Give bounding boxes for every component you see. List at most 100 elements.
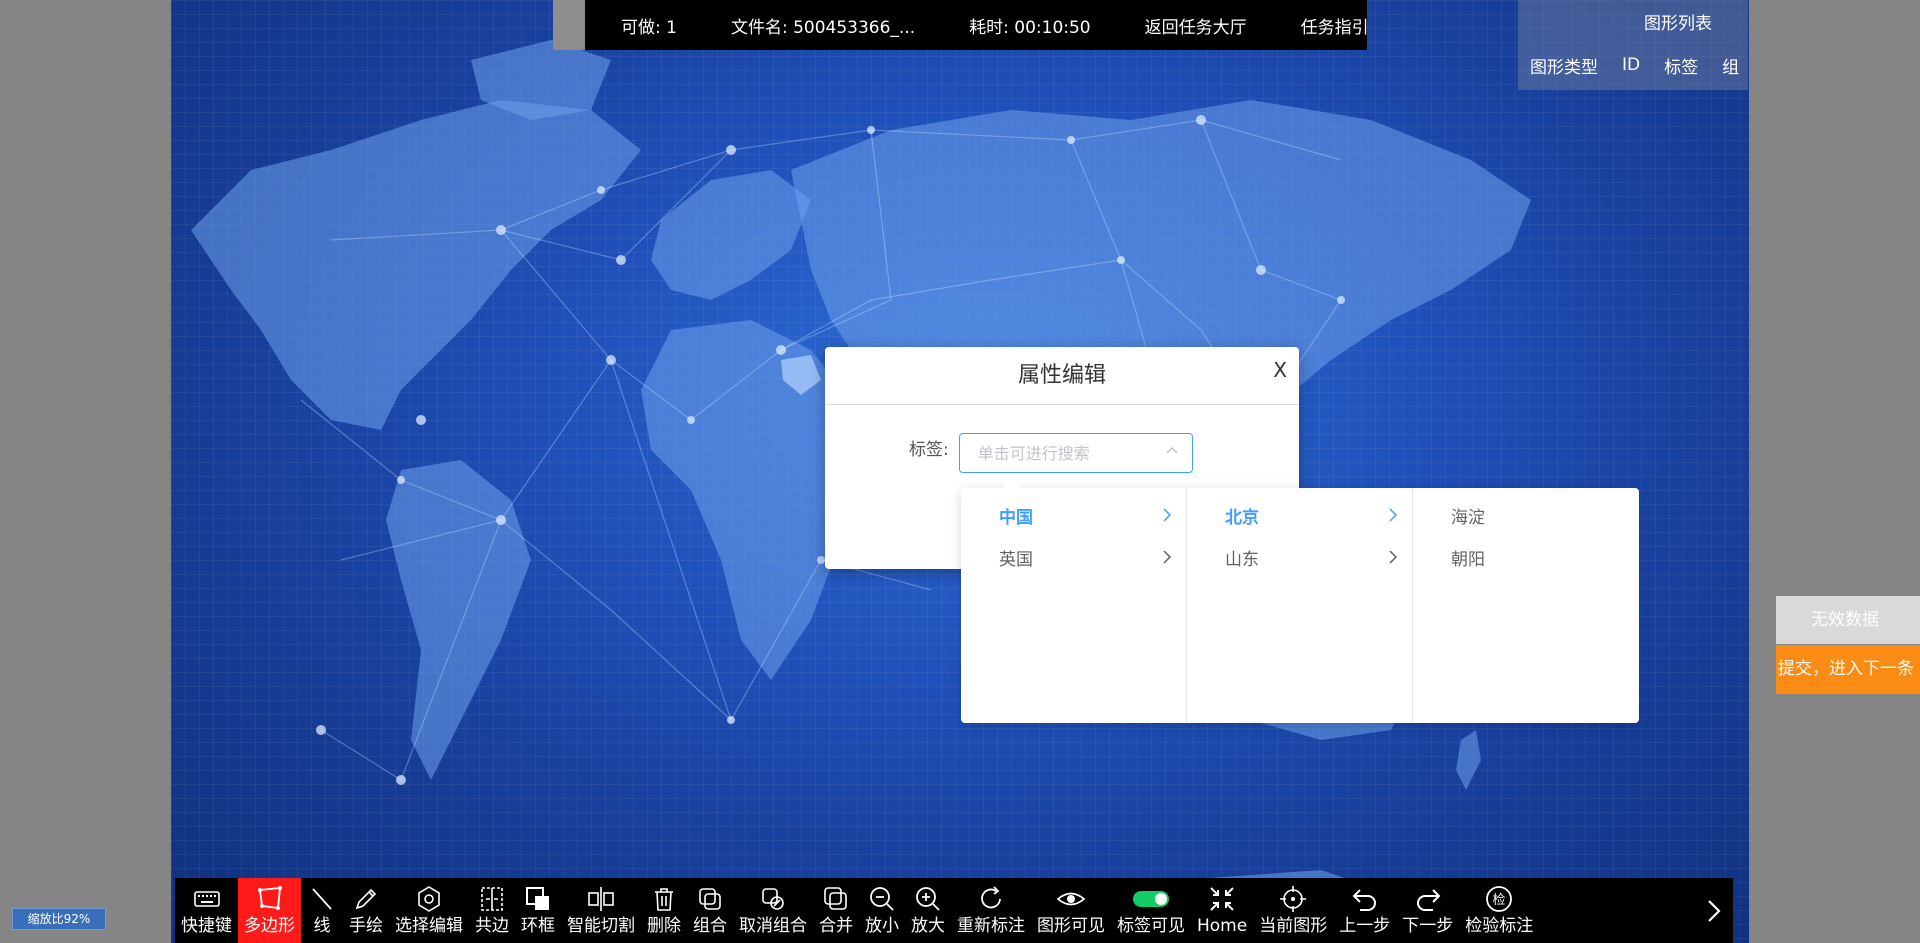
submit-next-button[interactable]: 提交，进入下一条 (1776, 645, 1920, 694)
ungroup-icon (762, 888, 784, 910)
keyboard-icon (193, 891, 220, 907)
trash-icon (655, 888, 673, 911)
tool-label-visible[interactable]: 标签可见 (1111, 878, 1191, 943)
tool-label: 手绘 (349, 916, 383, 936)
tool-reannotate[interactable]: 重新标注 (951, 878, 1031, 943)
tool-shape-visible[interactable]: 图形可见 (1031, 878, 1111, 943)
tool-label: 共边 (475, 916, 509, 936)
chevron-right-icon (1389, 508, 1398, 522)
tool-undo[interactable]: 上一步 (1333, 878, 1396, 943)
cascader-column-district: 海淀 朝阳 (1413, 488, 1639, 723)
tool-current-shape[interactable]: 当前图形 (1253, 878, 1333, 943)
tool-ungroup[interactable]: 取消组合 (733, 878, 813, 943)
line-icon (312, 888, 332, 910)
crosshair-icon (1280, 886, 1307, 912)
tool-label: 删除 (647, 916, 681, 936)
cascader-column-country: 中国 英国 (961, 488, 1187, 723)
back-to-hall-link[interactable]: 返回任务大厅 (1145, 13, 1247, 38)
cascader-item-china[interactable]: 中国 (961, 494, 1186, 536)
tool-select-edit[interactable]: 选择编辑 (389, 878, 469, 943)
col-shape-type[interactable]: 图形类型 (1530, 53, 1598, 78)
cascader-item-label: 北京 (1225, 507, 1259, 528)
invalid-data-button[interactable]: 无效数据 (1776, 596, 1920, 644)
top-info-bar: 可做: 1 文件名: 500453366_... 耗时: 00:10:50 返回… (585, 0, 1369, 50)
group-icon (699, 888, 721, 910)
polygon-icon (257, 886, 282, 910)
tool-smart-cut[interactable]: 智能切割 (561, 878, 641, 943)
tool-label: 多边形 (244, 916, 295, 936)
chevron-up-icon (1166, 446, 1178, 454)
tool-merge[interactable]: 合并 (813, 878, 859, 943)
tool-zoom-out[interactable]: 放小 (859, 878, 905, 943)
cascader-item-label: 山东 (1225, 549, 1259, 570)
tool-label: 图形可见 (1037, 916, 1105, 936)
tool-label: 放小 (865, 916, 899, 936)
tool-label: 线 (313, 916, 331, 936)
shared-edge-icon (481, 887, 503, 911)
cascader-item-label: 中国 (999, 507, 1033, 528)
tool-label: 重新标注 (957, 916, 1025, 936)
tool-label: 当前图形 (1259, 916, 1328, 936)
tool-polygon[interactable]: 多边形 (238, 878, 301, 943)
tool-label: 检验标注 (1465, 916, 1534, 936)
cascader-item-shandong[interactable]: 山东 (1187, 536, 1412, 578)
tool-label: 合并 (819, 916, 853, 936)
tool-ring-frame[interactable]: 环框 (515, 878, 561, 943)
tool-delete[interactable]: 删除 (641, 878, 687, 943)
cascader-item-chaoyang[interactable]: 朝阳 (1413, 536, 1639, 578)
hexagon-icon (418, 886, 440, 912)
chevron-right-icon (1163, 550, 1172, 564)
chevron-right-icon (1389, 550, 1398, 564)
tool-label: 放大 (911, 916, 945, 936)
chevron-right-icon (1163, 508, 1172, 522)
dialog-title: 属性编辑 (1017, 363, 1106, 388)
tool-shared-edge[interactable]: 共边 (469, 878, 515, 943)
tool-check-annotation[interactable]: 检 检验标注 (1459, 878, 1539, 943)
tool-label: 下一步 (1402, 916, 1454, 936)
label-row: 标签: (909, 433, 1193, 473)
home-icon (1210, 887, 1234, 911)
tool-label: 快捷键 (181, 916, 232, 936)
svg-text:检: 检 (1493, 893, 1506, 908)
toolbar-next-arrow[interactable] (1695, 878, 1733, 943)
tool-home[interactable]: Home (1191, 878, 1253, 943)
tool-zoom-in[interactable]: 放大 (905, 878, 951, 943)
undo-icon (1352, 889, 1376, 911)
pencil-icon (355, 888, 377, 910)
dialog-header: 属性编辑 X (825, 347, 1299, 405)
cascader-column-province: 北京 山东 (1187, 488, 1413, 723)
label-cascader-select[interactable] (958, 433, 1193, 473)
zoom-out-icon (870, 887, 894, 911)
cascader-item-beijing[interactable]: 北京 (1187, 494, 1412, 536)
check-icon: 检 (1486, 886, 1513, 912)
cascader-item-label: 英国 (999, 549, 1033, 570)
label-search-input[interactable] (977, 443, 1158, 463)
redo-annotate-icon (981, 886, 1001, 909)
cascader-dropdown: 中国 英国 北京 山东 海淀 朝阳 (961, 488, 1639, 723)
tool-shortcuts[interactable]: 快捷键 (175, 878, 238, 943)
col-group[interactable]: 组 (1722, 53, 1739, 78)
tool-label: 环框 (521, 916, 555, 936)
elapsed-time: 耗时: 00:10:50 (969, 17, 1091, 38)
bottom-toolbar: 快捷键 多边形 线 手绘 选择编辑 共边 环框 智能切割 删除 组合 取消组合 (175, 878, 1733, 943)
cascader-item-haidian[interactable]: 海淀 (1413, 494, 1639, 536)
cascader-item-uk[interactable]: 英国 (961, 536, 1186, 578)
chevron-right-icon (1708, 899, 1721, 922)
tool-label: 标签可见 (1117, 916, 1185, 936)
col-label[interactable]: 标签 (1664, 53, 1698, 78)
redo-icon (1416, 889, 1441, 911)
tool-freehand[interactable]: 手绘 (343, 878, 389, 943)
col-id[interactable]: ID (1622, 55, 1640, 75)
tool-group[interactable]: 组合 (687, 878, 733, 943)
close-button[interactable]: X (1273, 341, 1287, 399)
tool-label: 上一步 (1339, 916, 1391, 936)
eye-icon (1056, 892, 1086, 906)
tool-label: 选择编辑 (395, 916, 463, 936)
smart-cut-icon (588, 887, 614, 911)
tool-line[interactable]: 线 (301, 878, 343, 943)
task-guide-link[interactable]: 任务指引 (1301, 13, 1369, 38)
topbar-spacer (553, 0, 585, 50)
tool-label: 取消组合 (739, 916, 807, 936)
zoom-in-icon (916, 887, 940, 911)
tool-redo[interactable]: 下一步 (1396, 878, 1459, 943)
